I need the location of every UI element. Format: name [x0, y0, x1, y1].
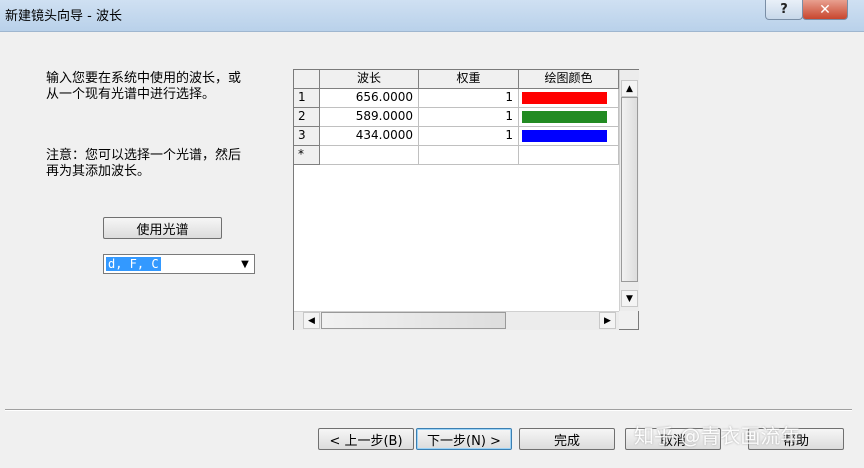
color-swatch-2	[522, 111, 607, 123]
intro-text-line2: 从一个现有光谱中进行选择。	[46, 87, 216, 102]
title-bar: 新建镜头向导 - 波长 ? ✕	[0, 0, 864, 32]
close-icon: ✕	[819, 1, 831, 18]
weight-cell-1[interactable]: 1	[419, 89, 519, 108]
window-title: 新建镜头向导 - 波长	[5, 9, 122, 24]
row-header-3[interactable]: 3	[294, 127, 320, 146]
scroll-left-icon[interactable]: ◀	[303, 312, 320, 329]
wavelength-cell-2[interactable]: 589.0000	[320, 108, 419, 127]
color-cell-3[interactable]	[519, 127, 619, 146]
vertical-scroll-thumb[interactable]	[621, 97, 638, 282]
use-spectrum-button[interactable]: 使用光谱	[103, 217, 222, 239]
weight-cell-new[interactable]	[419, 146, 519, 165]
question-icon: ?	[780, 2, 788, 17]
intro-text-line1: 输入您要在系统中使用的波长，或	[46, 71, 242, 86]
scroll-up-icon[interactable]: ▲	[621, 80, 638, 97]
color-swatch-1	[522, 92, 607, 104]
grid-body: 波长 权重 绘图颜色 1 656.0000 1 2 589.0000 1 3 4…	[294, 70, 619, 311]
horizontal-scroll-thumb[interactable]	[321, 312, 506, 329]
color-cell-new[interactable]	[519, 146, 619, 165]
column-header-weight[interactable]: 权重	[419, 70, 519, 89]
footer-separator	[5, 409, 852, 411]
spectrum-select-value: d, F, C	[106, 257, 161, 271]
column-header-wavelength[interactable]: 波长	[320, 70, 419, 89]
title-help-button[interactable]: ?	[765, 0, 803, 20]
scroll-down-icon[interactable]: ▼	[621, 290, 638, 307]
note-text-line1: 注意：您可以选择一个光谱，然后	[46, 148, 242, 163]
row-header-2[interactable]: 2	[294, 108, 320, 127]
color-cell-1[interactable]	[519, 89, 619, 108]
finish-button[interactable]: 完成	[519, 428, 615, 450]
wavelength-cell-1[interactable]: 656.0000	[320, 89, 419, 108]
watermark-text: 知乎 @青衣画流年	[634, 424, 801, 448]
color-swatch-3	[522, 130, 607, 142]
weight-cell-3[interactable]: 1	[419, 127, 519, 146]
weight-cell-2[interactable]: 1	[419, 108, 519, 127]
grid-corner-header	[294, 70, 320, 89]
next-button[interactable]: 下一步(N) >	[416, 428, 512, 450]
wavelength-cell-new[interactable]	[320, 146, 419, 165]
wavelength-cell-3[interactable]: 434.0000	[320, 127, 419, 146]
row-header-1[interactable]: 1	[294, 89, 320, 108]
scrollbar-corner	[619, 311, 638, 329]
row-header-new[interactable]: *	[294, 146, 320, 165]
scroll-right-icon[interactable]: ▶	[599, 312, 616, 329]
column-header-color[interactable]: 绘图颜色	[519, 70, 619, 89]
spectrum-select[interactable]: d, F, C ▼	[103, 254, 255, 274]
back-button[interactable]: < 上一步(B)	[318, 428, 414, 450]
horizontal-scrollbar[interactable]: ◀ ▶	[294, 311, 619, 330]
vertical-scrollbar[interactable]: ▲ ▼	[619, 70, 639, 311]
chevron-down-icon[interactable]: ▼	[237, 256, 253, 272]
note-text-line2: 再为其添加波长。	[46, 164, 151, 179]
close-button[interactable]: ✕	[802, 0, 848, 20]
color-cell-2[interactable]	[519, 108, 619, 127]
wavelength-grid[interactable]: 波长 权重 绘图颜色 1 656.0000 1 2 589.0000 1 3 4…	[293, 69, 639, 330]
